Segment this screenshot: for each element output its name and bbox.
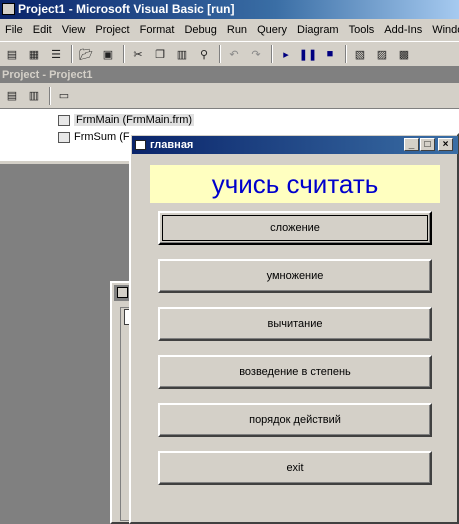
- menu-add-ins[interactable]: Add-Ins: [379, 24, 427, 36]
- main-form-title: главная: [150, 139, 194, 151]
- break-icon[interactable]: ❚❚: [298, 45, 318, 63]
- exponentiation-button[interactable]: возведение в степень: [158, 355, 432, 389]
- menu-view[interactable]: View: [57, 24, 91, 36]
- menu-format[interactable]: Format: [135, 24, 180, 36]
- menu-window[interactable]: Window: [427, 24, 459, 36]
- standard-toolbar: ▤ ▦ ☰ 📂︎ ▣ ✂ ❐ ▥ ⚲ ↶ ↷ ▸ ❚❚ ■ ▧ ▨ ▩: [0, 41, 459, 67]
- tree-item-frmsum[interactable]: FrmSum (Fr: [58, 129, 133, 145]
- menu-edit[interactable]: Edit: [28, 24, 57, 36]
- project-panel-title: Project - Project1: [0, 67, 459, 83]
- menu-bar: File Edit View Project Format Debug Run …: [0, 19, 459, 41]
- menu-tools[interactable]: Tools: [344, 24, 380, 36]
- toolbar-separator: [345, 45, 347, 63]
- end-icon[interactable]: ■: [320, 45, 340, 63]
- toolbar-separator: [71, 45, 73, 63]
- add-form-icon[interactable]: ▦: [24, 45, 44, 63]
- undo-icon[interactable]: ↶: [224, 45, 244, 63]
- start-icon[interactable]: ▸: [276, 45, 296, 63]
- view-code-icon[interactable]: ▤: [2, 87, 22, 105]
- open-icon[interactable]: 📂︎: [76, 45, 96, 63]
- find-icon[interactable]: ⚲: [194, 45, 214, 63]
- banner-label: учись считать: [150, 165, 440, 203]
- menu-query[interactable]: Query: [252, 24, 292, 36]
- project-panel-toolbar: ▤ ▥ ▭: [0, 83, 459, 109]
- tree-item-label: FrmMain (FrmMain.frm): [74, 114, 195, 126]
- tree-item-label: FrmSum (Fr: [74, 131, 134, 143]
- close-button[interactable]: ×: [438, 138, 453, 151]
- ide-title-bar: Project1 - Microsoft Visual Basic [run]: [0, 0, 459, 19]
- multiplication-button[interactable]: умножение: [158, 259, 432, 293]
- subtraction-button[interactable]: вычитание: [158, 307, 432, 341]
- form-icon: [117, 287, 128, 298]
- save-icon[interactable]: ▣: [98, 45, 118, 63]
- menu-file[interactable]: File: [0, 24, 28, 36]
- properties-icon[interactable]: ▨: [372, 45, 392, 63]
- toggle-folders-icon[interactable]: ▭: [54, 87, 74, 105]
- menu-diagram[interactable]: Diagram: [292, 24, 344, 36]
- form-layout-icon[interactable]: ▩: [394, 45, 414, 63]
- menu-editor-icon[interactable]: ☰: [46, 45, 66, 63]
- exit-button[interactable]: exit: [158, 451, 432, 485]
- copy-icon[interactable]: ❐: [150, 45, 170, 63]
- project-explorer-icon[interactable]: ▧: [350, 45, 370, 63]
- form-file-icon: [58, 131, 70, 143]
- add-project-icon[interactable]: ▤: [2, 45, 22, 63]
- maximize-button[interactable]: □: [420, 138, 435, 151]
- toolbar-separator: [271, 45, 273, 63]
- toolbar-separator: [49, 86, 51, 105]
- form-icon: [135, 140, 146, 150]
- minimize-button[interactable]: _: [404, 138, 419, 151]
- menu-debug[interactable]: Debug: [179, 24, 221, 36]
- toolbar-separator: [219, 45, 221, 63]
- menu-run[interactable]: Run: [222, 24, 252, 36]
- main-form-titlebar: главная _ □ ×: [132, 136, 458, 154]
- addition-button[interactable]: сложение: [158, 211, 432, 245]
- vb-app-icon: [2, 3, 15, 15]
- order-of-operations-button[interactable]: порядок действий: [158, 403, 432, 437]
- ide-title: Project1 - Microsoft Visual Basic [run]: [18, 2, 235, 16]
- tree-item-frmmain[interactable]: FrmMain (FrmMain.frm): [58, 112, 195, 128]
- toolbar-separator: [123, 45, 125, 63]
- paste-icon[interactable]: ▥: [172, 45, 192, 63]
- main-form-window: главная _ □ × учись считать сложение умн…: [129, 133, 459, 524]
- form-file-icon: [58, 114, 70, 126]
- view-object-icon[interactable]: ▥: [24, 87, 44, 105]
- redo-icon[interactable]: ↷: [246, 45, 266, 63]
- menu-project[interactable]: Project: [90, 24, 134, 36]
- cut-icon[interactable]: ✂: [128, 45, 148, 63]
